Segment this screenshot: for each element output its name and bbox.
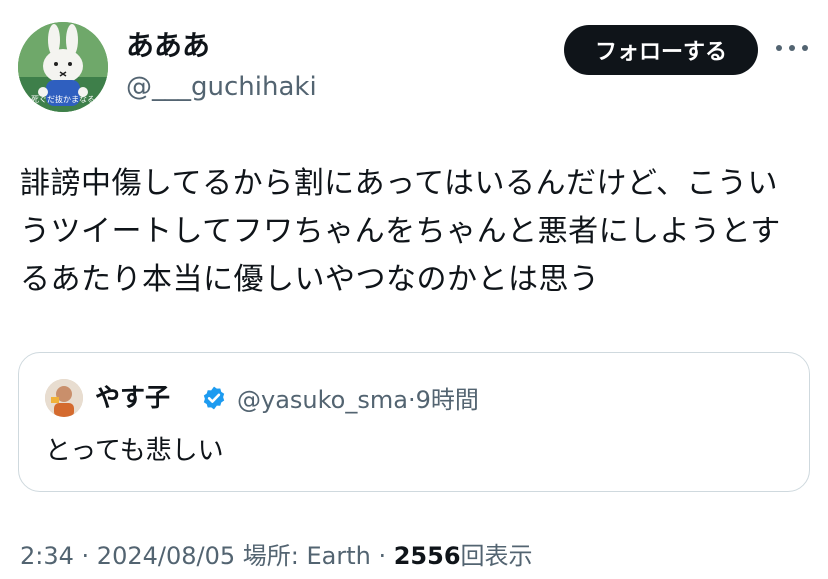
quoted-tweet-card[interactable]: やす子 @yasuko_sma·9時間 とっても悲しい	[18, 352, 810, 492]
quote-meta: @yasuko_sma·9時間	[237, 383, 479, 417]
quote-avatar-image	[45, 379, 83, 417]
avatar-caption: 死ぐだ抜かまなる	[31, 94, 95, 104]
quote-time[interactable]: 9時間	[416, 386, 479, 414]
tweet-location: 場所: Earth	[235, 542, 371, 570]
author-handle[interactable]: @___guchihaki	[126, 70, 317, 104]
tweet-date[interactable]: 2024/08/05	[97, 542, 235, 570]
tweet-footer: 2:34 · 2024/08/05 場所: Earth · 2556回表示	[20, 538, 533, 574]
quote-text: とっても悲しい	[45, 436, 224, 466]
author-display-name[interactable]: あああ	[126, 28, 210, 64]
more-dot	[789, 45, 795, 51]
views-label[interactable]: 回表示	[461, 542, 533, 570]
views-count[interactable]: 2556	[394, 542, 461, 570]
quote-author-name[interactable]: やす子	[95, 381, 170, 415]
quote-author-avatar[interactable]	[45, 379, 83, 417]
footer-separator: ·	[370, 542, 394, 570]
tweet-text: 誹謗中傷してるから割にあってはいるんだけど、こういうツイートしてフワちゃんをちゃ…	[20, 166, 781, 297]
quote-separator: ·	[407, 386, 416, 414]
more-dot	[802, 45, 808, 51]
author-avatar[interactable]: 死ぐだ抜かまなる	[18, 22, 108, 112]
follow-button[interactable]: フォローする	[564, 25, 758, 75]
footer-separator: ·	[73, 542, 97, 570]
quote-handle[interactable]: @yasuko_sma	[237, 386, 408, 414]
miffy-avatar-image: 死ぐだ抜かまなる	[18, 22, 108, 112]
tweet-time[interactable]: 2:34	[20, 542, 74, 570]
verified-badge-icon	[203, 386, 225, 410]
more-dot	[776, 45, 782, 51]
more-horizontal-icon[interactable]	[776, 38, 808, 58]
